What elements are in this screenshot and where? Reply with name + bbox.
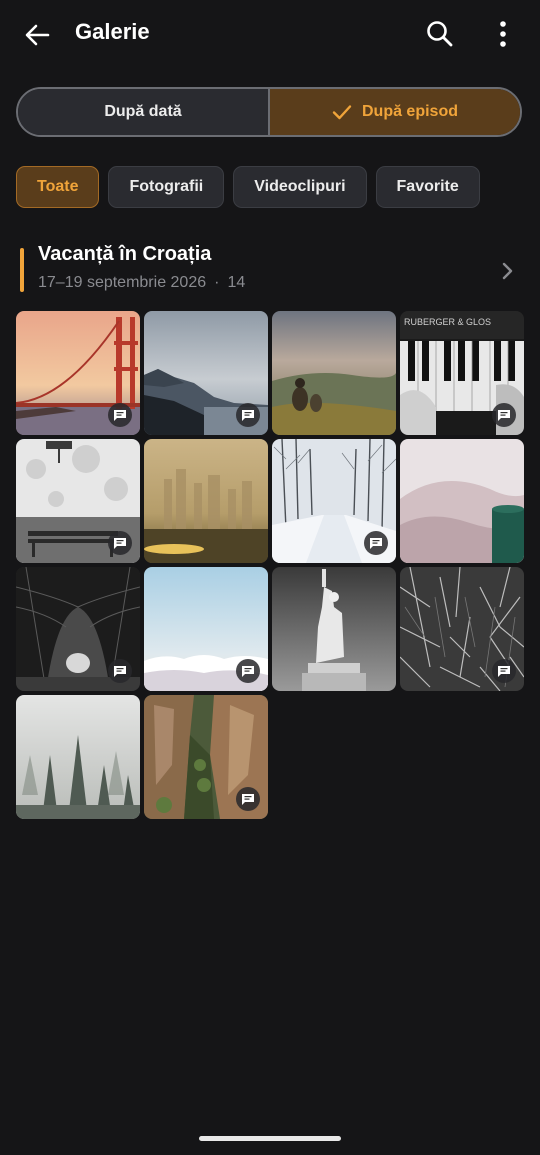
filter-chip-favorites[interactable]: Favorite — [375, 166, 480, 208]
chip-label: Videoclipuri — [254, 178, 346, 195]
episode-dates: 17–19 septembrie 2026 — [38, 274, 207, 291]
episode-header[interactable]: Vacanță în Croația 17–19 septembrie 2026… — [16, 240, 524, 298]
home-indicator[interactable] — [199, 1136, 341, 1141]
photo-hill-overlook[interactable] — [272, 311, 396, 435]
comment-badge-icon — [108, 659, 132, 683]
meta-separator: · — [214, 274, 220, 291]
comment-badge-icon — [364, 531, 388, 555]
photo-snowy-bench[interactable] — [16, 439, 140, 563]
photo-coastal-mountains[interactable] — [144, 311, 268, 435]
episode-accent-bar — [20, 248, 24, 292]
comment-badge-icon — [236, 787, 260, 811]
filter-chip-all[interactable]: Toate — [16, 166, 100, 208]
photo-thumbnail — [272, 311, 396, 435]
sort-by-episode-button[interactable]: După episod — [270, 89, 520, 135]
sort-mode-segmented-control: După dată După episod — [16, 87, 522, 137]
arrow-left-icon[interactable] — [20, 18, 54, 52]
photo-snowy-forest-path[interactable] — [272, 439, 396, 563]
episode-count: 14 — [227, 274, 246, 291]
photo-thumbnail — [16, 695, 140, 819]
gallery-screen: Galerie După dată După episod Toate Foto… — [0, 0, 540, 1155]
photo-misty-pine-forest[interactable] — [16, 695, 140, 819]
photo-golden-gate-bridge[interactable] — [16, 311, 140, 435]
comment-badge-icon — [492, 659, 516, 683]
photo-foggy-city[interactable] — [144, 439, 268, 563]
sort-by-date-button[interactable]: După dată — [18, 89, 270, 135]
photo-blanket-and-mug[interactable] — [400, 439, 524, 563]
episode-meta: 17–19 septembrie 2026 · 14 — [38, 274, 245, 292]
search-icon[interactable] — [424, 18, 456, 50]
chip-label: Favorite — [396, 178, 459, 195]
photo-thumbnail — [400, 439, 524, 563]
photo-piano-keys[interactable]: RUBERGER & GLOS — [400, 311, 524, 435]
episode-title: Vacanță în Croația — [38, 243, 212, 265]
photo-thumbnail — [144, 439, 268, 563]
filter-chips: Toate Fotografii Videoclipuri Favorite — [16, 166, 480, 208]
more-vertical-icon[interactable] — [492, 18, 514, 50]
chevron-right-icon — [502, 262, 513, 280]
filter-chip-videos[interactable]: Videoclipuri — [233, 166, 367, 208]
photo-sky-above-clouds[interactable] — [144, 567, 268, 691]
photo-dry-grass[interactable] — [400, 567, 524, 691]
svg-text:RUBERGER & GLOS: RUBERGER & GLOS — [404, 317, 491, 327]
page-title: Galerie — [75, 19, 150, 44]
comment-badge-icon — [236, 659, 260, 683]
comment-badge-icon — [492, 403, 516, 427]
photo-tree-tunnel[interactable] — [16, 567, 140, 691]
top-app-bar: Galerie — [0, 0, 540, 68]
photo-thumbnail — [272, 567, 396, 691]
comment-badge-icon — [236, 403, 260, 427]
check-icon — [332, 105, 352, 120]
comment-badge-icon — [108, 531, 132, 555]
photo-rock-cliffs[interactable] — [144, 695, 268, 819]
sort-by-episode-label: După episod — [361, 103, 458, 120]
comment-badge-icon — [108, 403, 132, 427]
sort-by-date-label: După dată — [104, 103, 182, 120]
photo-statue-of-liberty[interactable] — [272, 567, 396, 691]
chip-label: Fotografii — [129, 178, 204, 195]
chip-label: Toate — [37, 178, 79, 195]
filter-chip-photos[interactable]: Fotografii — [108, 166, 225, 208]
